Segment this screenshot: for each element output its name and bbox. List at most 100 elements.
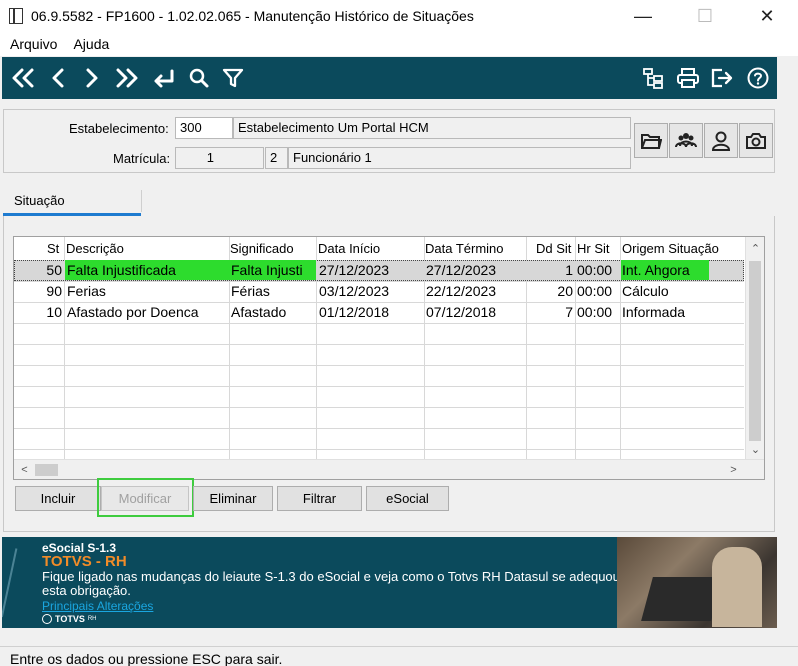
scroll-right-icon[interactable]: > [724, 460, 743, 480]
matricula-digit-field: 2 [265, 147, 288, 169]
col-header-hr-sit[interactable]: Hr Sit [577, 241, 610, 256]
first-record-icon[interactable] [8, 63, 38, 93]
grid-vertical-scrollbar[interactable]: ⌃ ⌄ [745, 237, 764, 459]
cell-data-inicio: 27/12/2023 [319, 262, 419, 278]
cell-data-inicio: 01/12/2018 [319, 304, 419, 320]
camera-icon [745, 131, 767, 151]
cell-data-termino: 07/12/2018 [426, 304, 526, 320]
title-bar: 06.9.5582 - FP1600 - 1.02.02.065 - Manut… [0, 0, 798, 32]
banner-photo [617, 537, 777, 628]
maximize-button[interactable]: ☐ [674, 0, 736, 32]
person-image [712, 547, 762, 627]
modificar-button[interactable]: Modificar [101, 486, 189, 511]
cell-data-inicio: 03/12/2023 [319, 283, 419, 299]
next-record-icon[interactable] [80, 63, 104, 93]
col-header-significado[interactable]: Significado [230, 241, 294, 256]
estabelecimento-label: Estabelecimento: [69, 121, 169, 136]
scroll-left-icon[interactable]: < [15, 460, 34, 480]
cell-significado: Falta Injusti [231, 262, 315, 278]
grid-row-line [14, 428, 744, 429]
cell-data-termino: 27/12/2023 [426, 262, 526, 278]
banner-text: Fique ligado nas mudanças do leiaute S-1… [42, 570, 642, 598]
scroll-thumb[interactable] [35, 464, 58, 476]
banner-title: TOTVS - RH [42, 553, 127, 570]
filtrar-button[interactable]: Filtrar [277, 486, 362, 511]
col-header-origem[interactable]: Origem Situação [622, 241, 719, 256]
cell-descricao: Falta Injustificada [67, 262, 227, 278]
cell-st: 50 [44, 262, 62, 278]
col-header-descricao[interactable]: Descrição [66, 241, 124, 256]
person-icon [710, 130, 732, 152]
status-bar: Entre os dados ou pressione ESC para sai… [0, 646, 798, 666]
matricula-name-field: Funcionário 1 [288, 147, 631, 169]
scroll-down-icon[interactable]: ⌄ [746, 440, 765, 458]
totvs-logo-suffix: RH [88, 616, 97, 622]
cell-origem: Cálculo [622, 283, 732, 299]
search-icon[interactable] [186, 63, 212, 93]
folder-button[interactable] [634, 123, 668, 158]
table-row[interactable]: 50 Falta Injustificada Falta Injusti 27/… [14, 260, 744, 281]
table-row[interactable]: 90 Ferias Férias 03/12/2023 22/12/2023 2… [14, 281, 744, 302]
menu-ajuda[interactable]: Ajuda [73, 36, 109, 52]
grid-row-line [14, 344, 744, 345]
cell-st: 10 [44, 304, 62, 320]
cell-origem: Int. Ahgora [622, 262, 732, 278]
banner-link[interactable]: Principais Alterações [42, 599, 153, 613]
col-header-data-termino[interactable]: Data Término [425, 241, 504, 256]
incluir-button[interactable]: Incluir [15, 486, 101, 511]
menu-arquivo[interactable]: Arquivo [10, 36, 57, 52]
people-group-icon [674, 131, 698, 151]
grid-row-line [14, 323, 744, 324]
filter-icon[interactable] [220, 63, 246, 93]
cell-hr-sit: 00:00 [577, 304, 619, 320]
laptop-image [641, 577, 723, 621]
grid-row-line [14, 407, 744, 408]
minimize-button[interactable]: — [612, 0, 674, 32]
eliminar-button[interactable]: Eliminar [193, 486, 273, 511]
grid-horizontal-scrollbar[interactable]: < > [14, 459, 764, 479]
totvs-logo: TOTVS RH [42, 614, 97, 624]
cell-descricao: Ferias [67, 283, 227, 299]
cell-dd-sit: 1 [528, 262, 573, 278]
help-icon[interactable] [744, 63, 772, 93]
goto-icon[interactable] [148, 63, 178, 93]
tab-situacao[interactable]: Situação [3, 189, 141, 215]
person-button[interactable] [704, 123, 738, 158]
group-button[interactable] [669, 123, 703, 158]
cell-dd-sit: 7 [528, 304, 573, 320]
totvs-logo-icon [42, 614, 52, 624]
previous-record-icon[interactable] [46, 63, 70, 93]
folder-icon [640, 131, 662, 151]
grid-row-line [14, 365, 744, 366]
cell-descricao: Afastado por Doenca [67, 304, 227, 320]
estabelecimento-code-field[interactable]: 300 [175, 117, 233, 139]
cell-dd-sit: 20 [528, 283, 573, 299]
last-record-icon[interactable] [112, 63, 142, 93]
grid-row-line [14, 449, 744, 450]
tab-separator [141, 190, 142, 212]
window-title: 06.9.5582 - FP1600 - 1.02.02.065 - Manut… [31, 8, 474, 24]
print-icon[interactable] [674, 63, 702, 93]
matricula-label: Matrícula: [113, 151, 170, 166]
esocial-banner[interactable]: eSocial S-1.3 TOTVS - RH Fique ligado na… [2, 537, 777, 628]
scroll-up-icon[interactable]: ⌃ [746, 239, 765, 257]
camera-button[interactable] [739, 123, 773, 158]
decorative-leaf [2, 548, 29, 619]
close-button[interactable]: ✕ [736, 0, 798, 32]
table-row[interactable]: 10 Afastado por Doenca Afastado 01/12/20… [14, 302, 744, 323]
scroll-thumb[interactable] [749, 261, 761, 441]
cell-data-termino: 22/12/2023 [426, 283, 526, 299]
esocial-button[interactable]: eSocial [366, 486, 449, 511]
estabelecimento-name-field: Estabelecimento Um Portal HCM [233, 117, 631, 139]
matricula-field[interactable]: 1 [175, 147, 264, 169]
grid-row-line [14, 386, 744, 387]
cell-hr-sit: 00:00 [577, 283, 619, 299]
app-icon [9, 8, 23, 24]
situacoes-grid[interactable]: St Descrição Significado Data Início Dat… [13, 236, 765, 480]
exit-icon[interactable] [708, 63, 736, 93]
structure-icon[interactable] [640, 63, 666, 93]
col-header-data-inicio[interactable]: Data Início [318, 241, 380, 256]
col-header-st[interactable]: St [47, 241, 59, 256]
col-header-dd-sit[interactable]: Dd Sit [536, 241, 571, 256]
toolbar [2, 57, 777, 99]
